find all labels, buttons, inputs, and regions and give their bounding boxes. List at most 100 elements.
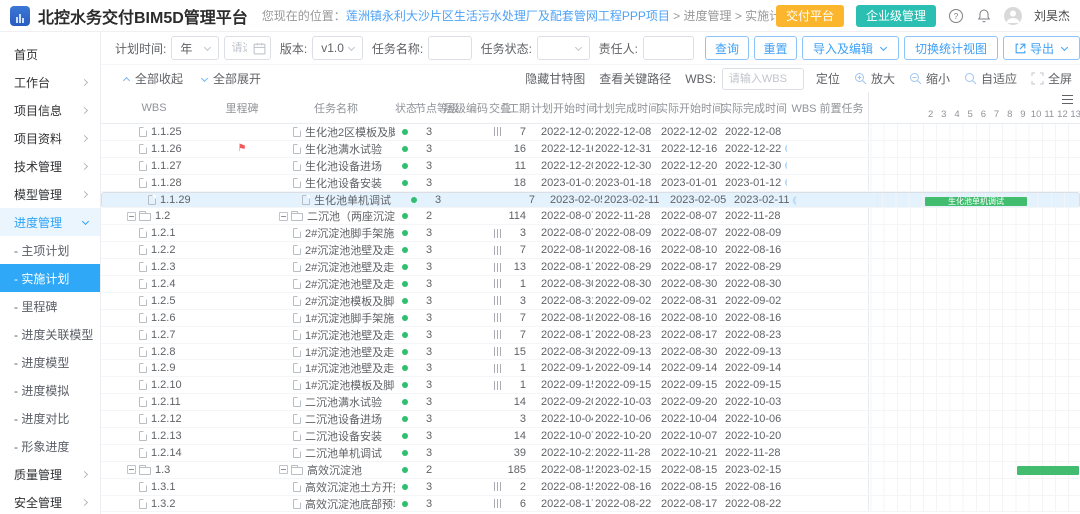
search-button[interactable]: 查询 [704, 36, 749, 60]
gantt-row[interactable] [868, 377, 1080, 394]
hide-gantt-button[interactable]: 隐藏甘特图 [525, 70, 585, 87]
fullscreen-button[interactable]: 全屏 [1031, 70, 1072, 87]
gantt-row[interactable] [868, 428, 1080, 444]
zoom-in-button[interactable]: 放大 [854, 70, 895, 87]
table-row[interactable]: 1.2.9 ⚑ 1#沉淀池池壁及走道板混凝土 3 1 2022-09-14 20… [101, 360, 1080, 378]
table-row[interactable]: 1.1.27 ⚑ 生化池设备进场 3 11 2022-12-20 2022-12… [101, 157, 1080, 175]
task-name-field[interactable] [429, 37, 471, 59]
wbs-cell[interactable]: 1.1.28 [101, 175, 207, 191]
col-duration[interactable]: 工期 [507, 100, 531, 116]
table-row[interactable]: 1.2.5 ⚑ 2#沉淀池模板及脚手架拆除 3 3 2022-08-31 202… [101, 292, 1080, 310]
wbs-cell[interactable]: 1.2.2 [101, 242, 207, 258]
gantt-row[interactable] [868, 411, 1080, 428]
sidebar-item[interactable]: - 进度对比 [0, 404, 100, 432]
sidebar-item[interactable]: 工作台 [0, 68, 100, 96]
wbs-input[interactable] [721, 67, 804, 90]
sidebar-item[interactable]: 质量管理 [0, 460, 100, 488]
task-name-cell[interactable]: 生化池设备安装 [277, 175, 395, 191]
wbs-cell[interactable]: 1.3.1 [101, 479, 207, 495]
table-row[interactable]: 1.2.6 ⚑ 1#沉淀池脚手架施工 3 7 2022-08-10 2022-0… [101, 309, 1080, 327]
task-name-cell[interactable]: 1#沉淀池池壁及走道板模板 [277, 344, 395, 360]
wbs-cell[interactable]: 1.2.3 [101, 259, 207, 275]
date-picker-input[interactable] [224, 36, 271, 60]
table-row[interactable]: 1.2 ⚑ 二沉池（两座沉淀池） 2 114 2022-08-07 2022-1… [101, 208, 1080, 226]
import-edit-button[interactable]: 导入及编辑 [801, 36, 899, 60]
gantt-row[interactable] [868, 124, 1080, 140]
gantt-bar[interactable]: 生化池单机调试 [925, 196, 1027, 206]
task-name-cell[interactable]: 1#沉淀池池壁及走道板混凝土 [277, 360, 395, 376]
gantt-row[interactable] [868, 309, 1080, 326]
task-name-cell[interactable]: 二沉池单机调试 [277, 445, 395, 461]
task-name-cell[interactable]: 生化池单机调试 [286, 193, 404, 208]
sidebar-item[interactable]: - 主项计划 [0, 236, 100, 264]
gantt-row[interactable] [868, 140, 1080, 157]
collapse-toggle-icon[interactable] [279, 465, 288, 475]
table-row[interactable]: 1.2.10 ⚑ 1#沉淀池模板及脚手架拆除 3 1 2022-09-15 20… [101, 377, 1080, 395]
task-status-select[interactable] [536, 36, 590, 60]
gantt-row[interactable]: 生化池单机调试 [877, 192, 1073, 208]
gantt-bar[interactable] [1017, 465, 1079, 475]
col-wbs[interactable]: WBS [101, 102, 207, 114]
wbs-cell[interactable]: 1.1.29 [110, 193, 216, 208]
gantt-row[interactable] [868, 292, 1080, 309]
gantt-row[interactable] [868, 478, 1080, 495]
sidebar-item[interactable]: 模型管理 [0, 180, 100, 208]
task-name-cell[interactable]: 1#沉淀池模板及脚手架拆除 [277, 377, 395, 393]
sidebar-item[interactable]: 安全管理 [0, 488, 100, 514]
wbs-cell[interactable]: 1.2.7 [101, 327, 207, 343]
table-row[interactable]: 1.1.25 ⚑ 生化池2区模板及脚手架拆除 3 7 2022-12-02 20… [101, 124, 1080, 141]
task-name-cell[interactable]: 二沉池满水试验 [277, 394, 395, 410]
sidebar-item[interactable]: 首页 [0, 40, 100, 68]
wbs-cell[interactable]: 1.2.11 [101, 394, 207, 410]
col-task-name[interactable]: 任务名称 [277, 100, 395, 116]
delivery-platform-button[interactable]: 交付平台 [775, 4, 844, 27]
wbs-cell[interactable]: 1.2.12 [101, 411, 207, 427]
table-row[interactable]: 1.2.2 ⚑ 2#沉淀池池壁及走道板钢筋 3 7 2022-08-10 202… [101, 242, 1080, 260]
switch-stats-view-button[interactable]: 切换统计视图 [903, 36, 998, 60]
table-row[interactable]: 1.2.1 ⚑ 2#沉淀池脚手架施工 3 3 2022-08-07 2022-0… [101, 225, 1080, 243]
wbs-cell[interactable]: 1.2 [101, 208, 207, 224]
task-name-cell[interactable]: 二沉池设备安装 [277, 428, 395, 444]
enterprise-management-button[interactable]: 企业级管理 [855, 4, 936, 27]
task-name-cell[interactable]: 1#沉淀池脚手架施工 [277, 310, 395, 326]
collapse-toggle-icon[interactable] [127, 211, 136, 221]
task-name-cell[interactable]: 二沉池（两座沉淀池） [277, 208, 395, 224]
gantt-row[interactable] [868, 495, 1080, 512]
wbs-cell[interactable]: 1.1.25 [101, 124, 207, 140]
collapse-toggle-icon[interactable] [127, 465, 136, 475]
export-button[interactable]: 导出 [1002, 36, 1080, 60]
expand-all-button[interactable]: 全部展开 [197, 70, 261, 87]
table-row[interactable]: 1.2.11 ⚑ 二沉池满水试验 3 14 2022-09-20 2022-10… [101, 394, 1080, 412]
wbs-field[interactable] [722, 68, 803, 89]
wbs-cell[interactable]: 1.2.4 [101, 276, 207, 292]
col-predecessor[interactable]: WBS 前置任务 [787, 100, 868, 116]
sidebar-item[interactable]: 技术管理 [0, 152, 100, 180]
wbs-cell[interactable]: 1.2.1 [101, 225, 207, 241]
wbs-cell[interactable]: 1.2.5 [101, 293, 207, 309]
sidebar-item[interactable]: - 进度模拟 [0, 376, 100, 404]
wbs-cell[interactable]: 1.1.27 [101, 158, 207, 174]
sidebar-item[interactable]: - 进度关联模型 [0, 320, 100, 348]
sidebar-item[interactable]: - 进度模型 [0, 348, 100, 376]
wbs-cell[interactable]: 1.1.26 [101, 141, 207, 157]
task-name-cell[interactable]: 1#沉淀池池壁及走道板钢筋 [277, 327, 395, 343]
wbs-cell[interactable]: 1.2.13 [101, 428, 207, 444]
owner-input[interactable] [642, 36, 694, 60]
wbs-cell[interactable]: 1.3 [101, 462, 207, 478]
col-plan-start[interactable]: 计划开始时间 [531, 100, 597, 116]
user-avatar[interactable] [1003, 6, 1022, 25]
col-level-code[interactable]: 层级编码 [443, 100, 489, 116]
gantt-settings-icon[interactable] [1062, 95, 1073, 104]
task-name-cell[interactable]: 生化池2区模板及脚手架拆除 [277, 124, 395, 140]
gantt-row[interactable] [868, 360, 1080, 377]
table-row[interactable]: 1.2.4 ⚑ 2#沉淀池池壁及走道板混凝土 3 1 2022-08-30 20… [101, 276, 1080, 293]
table-row[interactable]: 1.1.28 ⚑ 生化池设备安装 3 18 2023-01-01 2023-01… [101, 174, 1080, 192]
gantt-row[interactable] [868, 208, 1080, 225]
fit-button[interactable]: 自适应 [964, 70, 1017, 87]
sidebar-item[interactable]: - 形象进度 [0, 432, 100, 460]
table-row[interactable]: 1.3 ⚑ 高效沉淀池 2 185 2022-08-15 2023-02-15 … [101, 461, 1080, 479]
gantt-row[interactable] [868, 225, 1080, 242]
owner-field[interactable] [643, 37, 693, 59]
gantt-row[interactable] [868, 242, 1080, 259]
task-name-cell[interactable]: 高效沉淀池土方开挖及放坡 [277, 479, 395, 495]
